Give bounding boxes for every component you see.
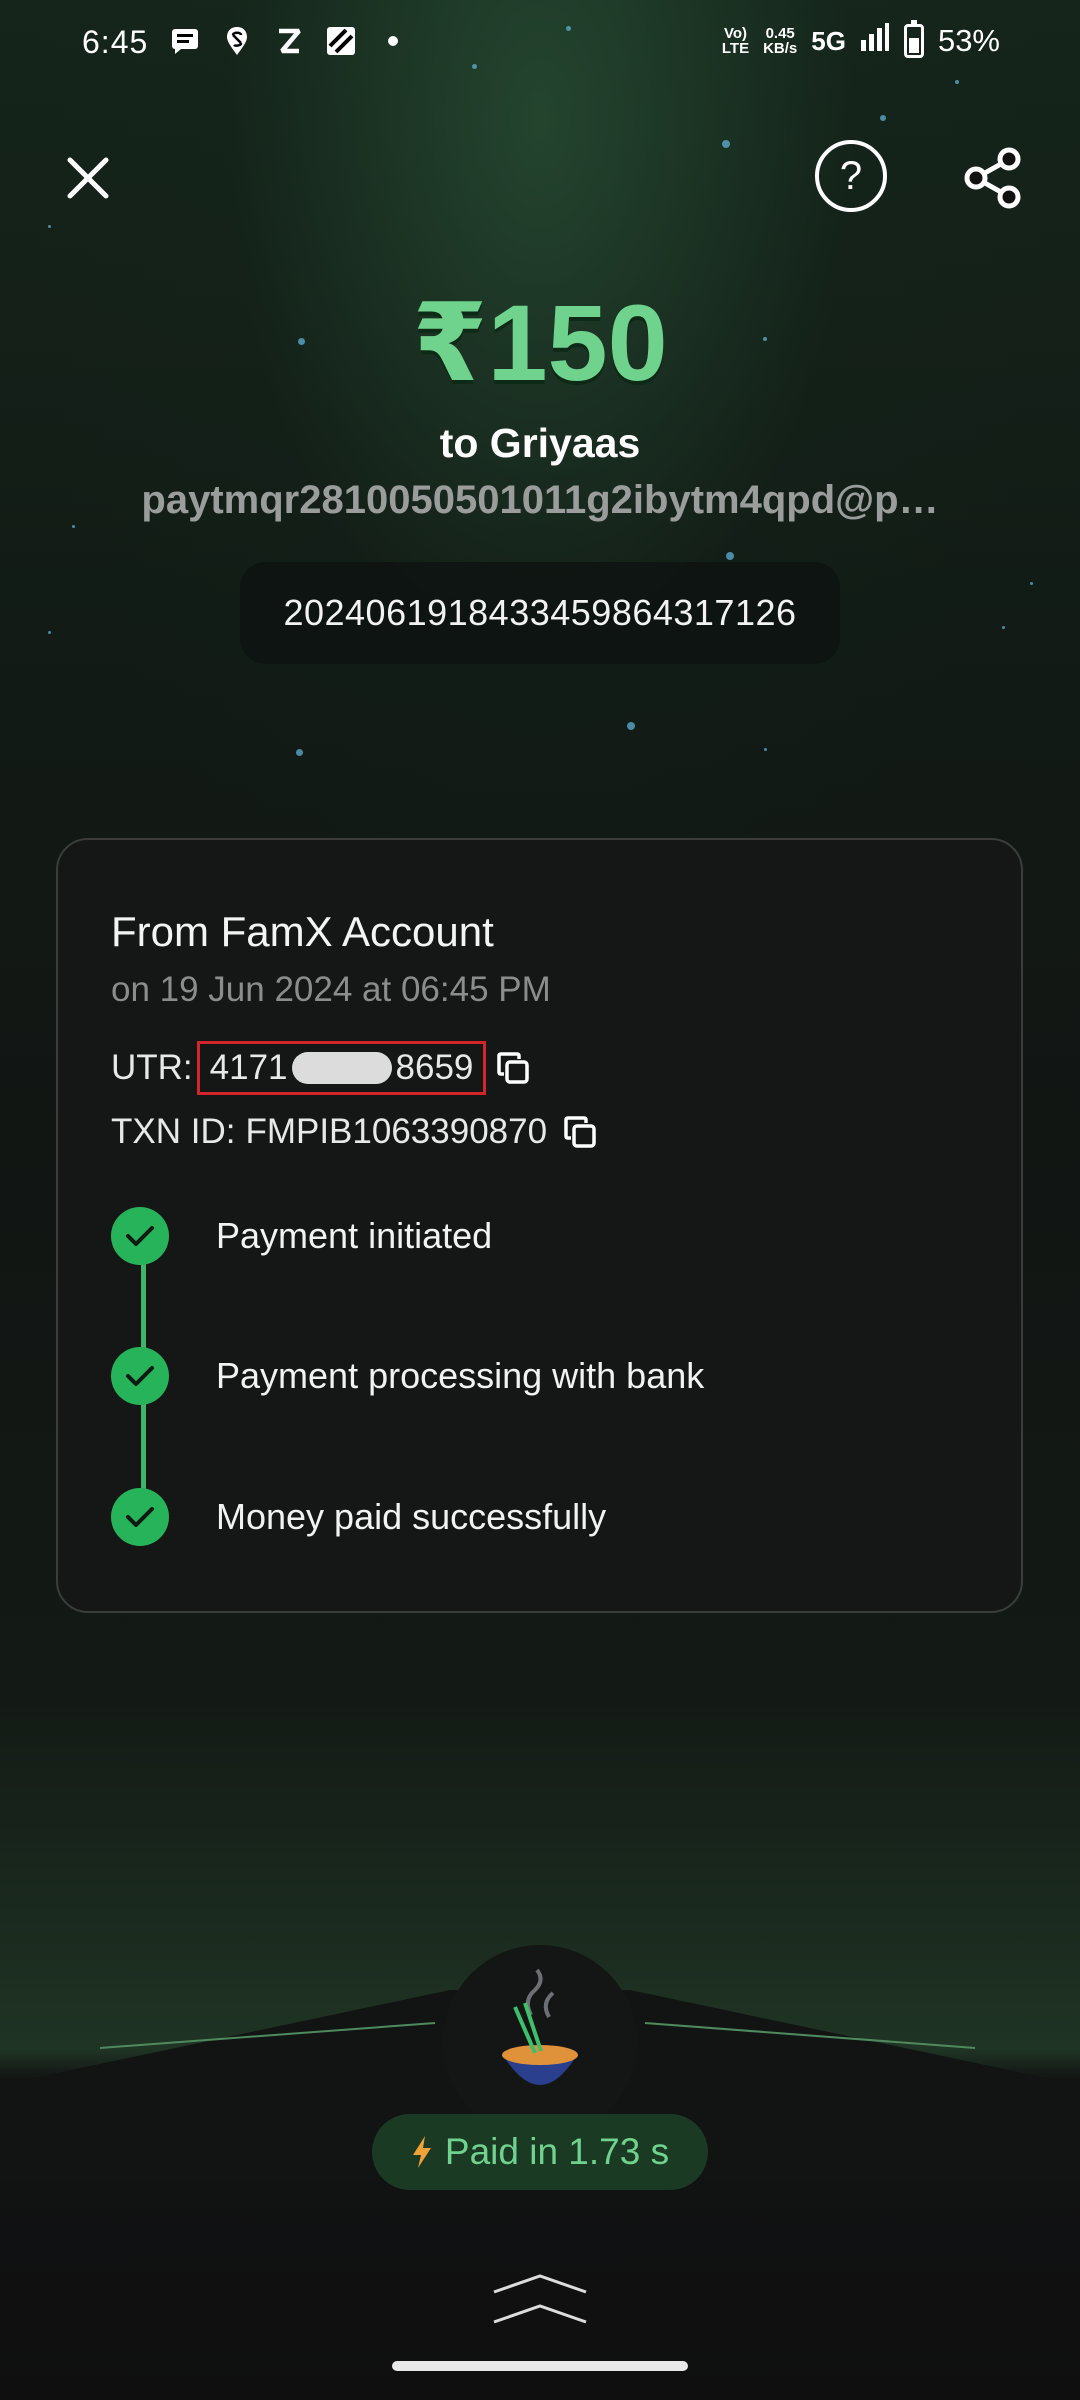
slice-icon bbox=[326, 26, 356, 56]
check-icon bbox=[111, 1488, 169, 1546]
txn-label: TXN ID: bbox=[111, 1112, 236, 1151]
utr-row: UTR: 4171 8659 bbox=[111, 1040, 532, 1096]
reference-number[interactable]: 20240619184334598643171​26 bbox=[240, 562, 840, 664]
signal-icon bbox=[860, 22, 890, 60]
swiggy-icon bbox=[222, 26, 252, 56]
help-button[interactable]: ? bbox=[815, 140, 887, 212]
utr-prefix: 4171 bbox=[209, 1048, 288, 1087]
timeline-step: Payment processing with bank bbox=[111, 1346, 704, 1406]
network-speed: 0.45 KB/s bbox=[763, 25, 798, 57]
double-chevron-up-icon bbox=[493, 2274, 587, 2324]
home-indicator[interactable] bbox=[392, 2361, 688, 2371]
timeline-step: Payment initiated bbox=[111, 1206, 492, 1266]
close-icon bbox=[67, 157, 109, 199]
transaction-details-card: From FamX Account on 19 Jun 2024 at 06:4… bbox=[56, 838, 1023, 1613]
battery-icon bbox=[903, 20, 924, 58]
utr-label: UTR: bbox=[111, 1048, 193, 1087]
copy-utr-button[interactable] bbox=[494, 1049, 532, 1087]
noodle-bowl-icon bbox=[502, 1968, 578, 2085]
utr-suffix: 8659 bbox=[395, 1048, 474, 1087]
step-label: Payment processing with bank bbox=[216, 1355, 705, 1396]
notification-icons bbox=[170, 26, 408, 56]
timeline-step: Money paid successfully bbox=[111, 1487, 606, 1547]
copy-icon bbox=[564, 1116, 596, 1148]
expand-up-button[interactable] bbox=[490, 2270, 590, 2330]
lightning-icon bbox=[412, 2136, 431, 2168]
status-time: 6:45 bbox=[82, 24, 149, 60]
payee-name: to Griyaas bbox=[439, 420, 641, 466]
payment-amount: ₹150 bbox=[412, 282, 668, 403]
step-label: Money paid successfully bbox=[216, 1496, 607, 1537]
dot-icon bbox=[378, 26, 408, 56]
system-indicators: Vo) LTE 0.45 KB/s 5G 53% bbox=[721, 20, 1000, 60]
battery-percent: 53% bbox=[937, 23, 1000, 58]
txn-id: FMPIB1063390870 bbox=[245, 1112, 548, 1151]
txn-row: TXN ID: FMPIB1063390870 bbox=[111, 1104, 599, 1160]
message-icon bbox=[170, 26, 200, 56]
food-bowl-illustration bbox=[443, 1945, 637, 2139]
check-icon bbox=[111, 1347, 169, 1405]
check-icon bbox=[111, 1207, 169, 1265]
status-bar: 6:45 Vo) LTE 0.45 KB/s 5G 53% bbox=[0, 0, 1080, 90]
zomato-icon bbox=[274, 26, 304, 56]
source-account: From FamX Account bbox=[111, 908, 494, 955]
help-icon: ? bbox=[839, 153, 863, 198]
copy-icon bbox=[497, 1052, 530, 1084]
copy-txn-button[interactable] bbox=[561, 1113, 599, 1151]
close-button[interactable] bbox=[50, 140, 126, 216]
transaction-datetime: on 19 Jun 2024 at 06:45 PM bbox=[111, 970, 551, 1009]
reference-text: 20240619184334598643171​26 bbox=[283, 592, 797, 633]
network-type: 5G bbox=[811, 25, 846, 56]
share-button[interactable] bbox=[955, 140, 1031, 216]
share-icon bbox=[964, 147, 1021, 209]
paid-time-text: Paid in 1.73 s bbox=[444, 2131, 670, 2172]
utr-value-highlight: 4171 8659 bbox=[196, 1041, 487, 1095]
step-label: Payment initiated bbox=[216, 1215, 493, 1256]
volte-indicator: Vo) LTE bbox=[721, 25, 750, 57]
payee-vpa: paytmqr2810050501011g2ibytm4qpd@p… bbox=[141, 478, 939, 522]
utr-redaction bbox=[291, 1052, 392, 1084]
paid-time-badge: Paid in 1.73 s bbox=[372, 2114, 708, 2190]
